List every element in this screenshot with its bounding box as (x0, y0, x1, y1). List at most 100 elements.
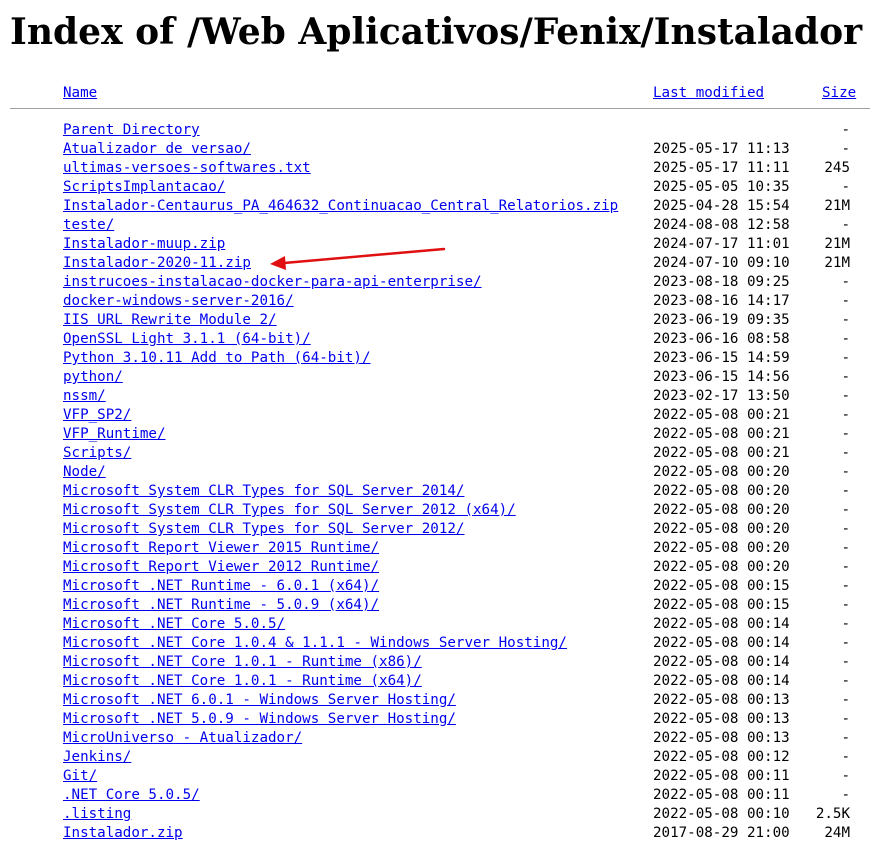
file-link[interactable]: Microsoft System CLR Types for SQL Serve… (63, 501, 516, 520)
file-link[interactable]: Microsoft .NET 5.0.9 - Windows Server Ho… (63, 710, 456, 729)
size-cell: 21M (824, 198, 850, 214)
file-link[interactable]: ScriptsImplantacao/ (63, 178, 225, 197)
size-cell: - (841, 217, 850, 233)
file-link[interactable]: python/ (63, 368, 123, 387)
size-cell: - (841, 711, 850, 727)
size-cell: - (841, 578, 850, 594)
last-modified-cell: 2022-05-08 00:14 (653, 654, 790, 670)
file-link[interactable]: VFP_SP2/ (63, 406, 131, 425)
last-modified-cell: 2022-05-08 00:14 (653, 635, 790, 651)
size-cell: 21M (824, 236, 850, 252)
file-link[interactable]: teste/ (63, 216, 114, 235)
table-row: instrucoes-instalacao-docker-para-api-en… (0, 273, 872, 292)
file-link[interactable]: Instalador-muup.zip (63, 235, 225, 254)
size-cell: - (841, 749, 850, 765)
table-row: Python 3.10.11 Add to Path (64-bit)/ 2023… (0, 349, 872, 368)
file-link[interactable]: Microsoft Report Viewer 2015 Runtime/ (63, 539, 379, 558)
file-link[interactable]: IIS URL Rewrite Module 2/ (63, 311, 277, 330)
table-row: Scripts/2022-05-08 00:21 - (0, 444, 872, 463)
size-cell: - (841, 559, 850, 575)
size-cell: - (841, 122, 850, 138)
last-modified-cell: 2023-06-19 09:35 (653, 312, 790, 328)
file-link[interactable]: Microsoft .NET Runtime - 5.0.9 (x64)/ (63, 596, 379, 615)
table-row: Jenkins/2022-05-08 00:12 - (0, 748, 872, 767)
page-title: Index of /Web Aplicativos/Fenix/Instalad… (10, 11, 863, 53)
file-link[interactable]: instrucoes-instalacao-docker-para-api-en… (63, 273, 482, 292)
size-cell: - (841, 787, 850, 803)
file-link[interactable]: Microsoft Report Viewer 2012 Runtime/ (63, 558, 379, 577)
table-row: Instalador-muup.zip 2024-07-17 11:01 21M (0, 235, 872, 254)
file-link[interactable]: .listing (63, 805, 131, 824)
file-link[interactable]: .NET Core 5.0.5/ (63, 786, 200, 805)
last-modified-cell: 2024-07-17 11:01 (653, 236, 790, 252)
file-link[interactable]: Node/ (63, 463, 106, 482)
table-row: Microsoft Report Viewer 2015 Runtime/202… (0, 539, 872, 558)
last-modified-cell: 2024-08-08 12:58 (653, 217, 790, 233)
file-link[interactable]: ultimas-versoes-softwares.txt (63, 159, 311, 178)
table-row: Microsoft .NET Core 5.0.5/2022-05-08 00:… (0, 615, 872, 634)
last-modified-cell: 2022-05-08 00:13 (653, 730, 790, 746)
file-link[interactable]: Microsoft .NET Core 1.0.4 & 1.1.1 - Wind… (63, 634, 567, 653)
file-link[interactable]: MicroUniverso - Atualizador/ (63, 729, 302, 748)
last-modified-cell: 2022-05-08 00:12 (653, 749, 790, 765)
file-link[interactable]: Git/ (63, 767, 97, 786)
file-link[interactable]: Microsoft .NET Core 1.0.1 - Runtime (x64… (63, 672, 422, 691)
file-link[interactable]: VFP_Runtime/ (63, 425, 166, 444)
size-cell: - (841, 768, 850, 784)
last-modified-cell: 2022-05-08 00:21 (653, 426, 790, 442)
file-link[interactable]: Microsoft .NET Runtime - 6.0.1 (x64)/ (63, 577, 379, 596)
table-row: ultimas-versoes-softwares.txt 2025-05-17 … (0, 159, 872, 178)
table-row: ScriptsImplantacao/2025-05-05 10:35 - (0, 178, 872, 197)
size-cell: - (841, 673, 850, 689)
last-modified-cell: 2022-05-08 00:21 (653, 445, 790, 461)
sort-by-last-modified-link[interactable]: Last modified (653, 84, 764, 103)
file-link[interactable]: Microsoft .NET Core 1.0.1 - Runtime (x86… (63, 653, 422, 672)
file-link[interactable]: Microsoft .NET 6.0.1 - Windows Server Ho… (63, 691, 456, 710)
file-link[interactable]: Python 3.10.11 Add to Path (64-bit)/ (63, 349, 371, 368)
size-cell: - (841, 369, 850, 385)
file-link[interactable]: Instalador-Centaurus_PA_464632_Continuac… (63, 197, 618, 216)
file-link[interactable]: OpenSSL Light 3.1.1 (64-bit)/ (63, 330, 311, 349)
table-row: .listing 2022-05-08 00:10 2.5K (0, 805, 872, 824)
size-cell: - (841, 616, 850, 632)
last-modified-cell: 2023-02-17 13:50 (653, 388, 790, 404)
file-link[interactable]: Instalador.zip (63, 824, 183, 843)
size-cell: - (841, 483, 850, 499)
file-link[interactable]: docker-windows-server-2016/ (63, 292, 294, 311)
file-link[interactable]: nssm/ (63, 387, 106, 406)
table-row: Microsoft .NET Runtime - 6.0.1 (x64)/ 202… (0, 577, 872, 596)
size-cell: - (841, 274, 850, 290)
size-cell: - (841, 502, 850, 518)
last-modified-cell: 2025-04-28 15:54 (653, 198, 790, 214)
file-link[interactable]: Scripts/ (63, 444, 131, 463)
table-row: Atualizador de versao/2025-05-17 11:13 - (0, 140, 872, 159)
size-cell: - (841, 407, 850, 423)
size-cell: - (841, 464, 850, 480)
table-row: Microsoft System CLR Types for SQL Serve… (0, 482, 872, 501)
last-modified-cell: 2022-05-08 00:14 (653, 673, 790, 689)
file-link[interactable]: Atualizador de versao/ (63, 140, 251, 159)
table-row: Microsoft .NET Core 1.0.1 - Runtime (x64… (0, 672, 872, 691)
table-row: Instalador-Centaurus_PA_464632_Continuac… (0, 197, 872, 216)
last-modified-cell: 2022-05-08 00:13 (653, 711, 790, 727)
size-cell: 245 (824, 160, 850, 176)
file-link[interactable]: Microsoft System CLR Types for SQL Serve… (63, 520, 464, 539)
sort-by-name-link[interactable]: Name (63, 84, 97, 103)
file-link[interactable]: Microsoft .NET Core 5.0.5/ (63, 615, 285, 634)
file-link[interactable]: Jenkins/ (63, 748, 131, 767)
parent-directory-link[interactable]: Parent Directory (63, 121, 200, 140)
sort-by-size-link[interactable]: Size (822, 84, 856, 103)
table-row: teste/2024-08-08 12:58 - (0, 216, 872, 235)
file-link[interactable]: Instalador-2020-11.zip (63, 254, 251, 273)
last-modified-cell: 2022-05-08 00:10 (653, 806, 790, 822)
table-row: VFP_SP2/2022-05-08 00:21 - (0, 406, 872, 425)
size-cell: 24M (824, 825, 850, 841)
table-row: OpenSSL Light 3.1.1 (64-bit)/ 2023-06-16 … (0, 330, 872, 349)
last-modified-cell: 2025-05-05 10:35 (653, 179, 790, 195)
size-cell: 2.5K (815, 806, 850, 822)
last-modified-cell: 2025-05-17 11:11 (653, 160, 790, 176)
size-cell: - (841, 730, 850, 746)
last-modified-cell: 2023-06-15 14:59 (653, 350, 790, 366)
file-link[interactable]: Microsoft System CLR Types for SQL Serve… (63, 482, 464, 501)
last-modified-cell: 2022-05-08 00:20 (653, 464, 790, 480)
